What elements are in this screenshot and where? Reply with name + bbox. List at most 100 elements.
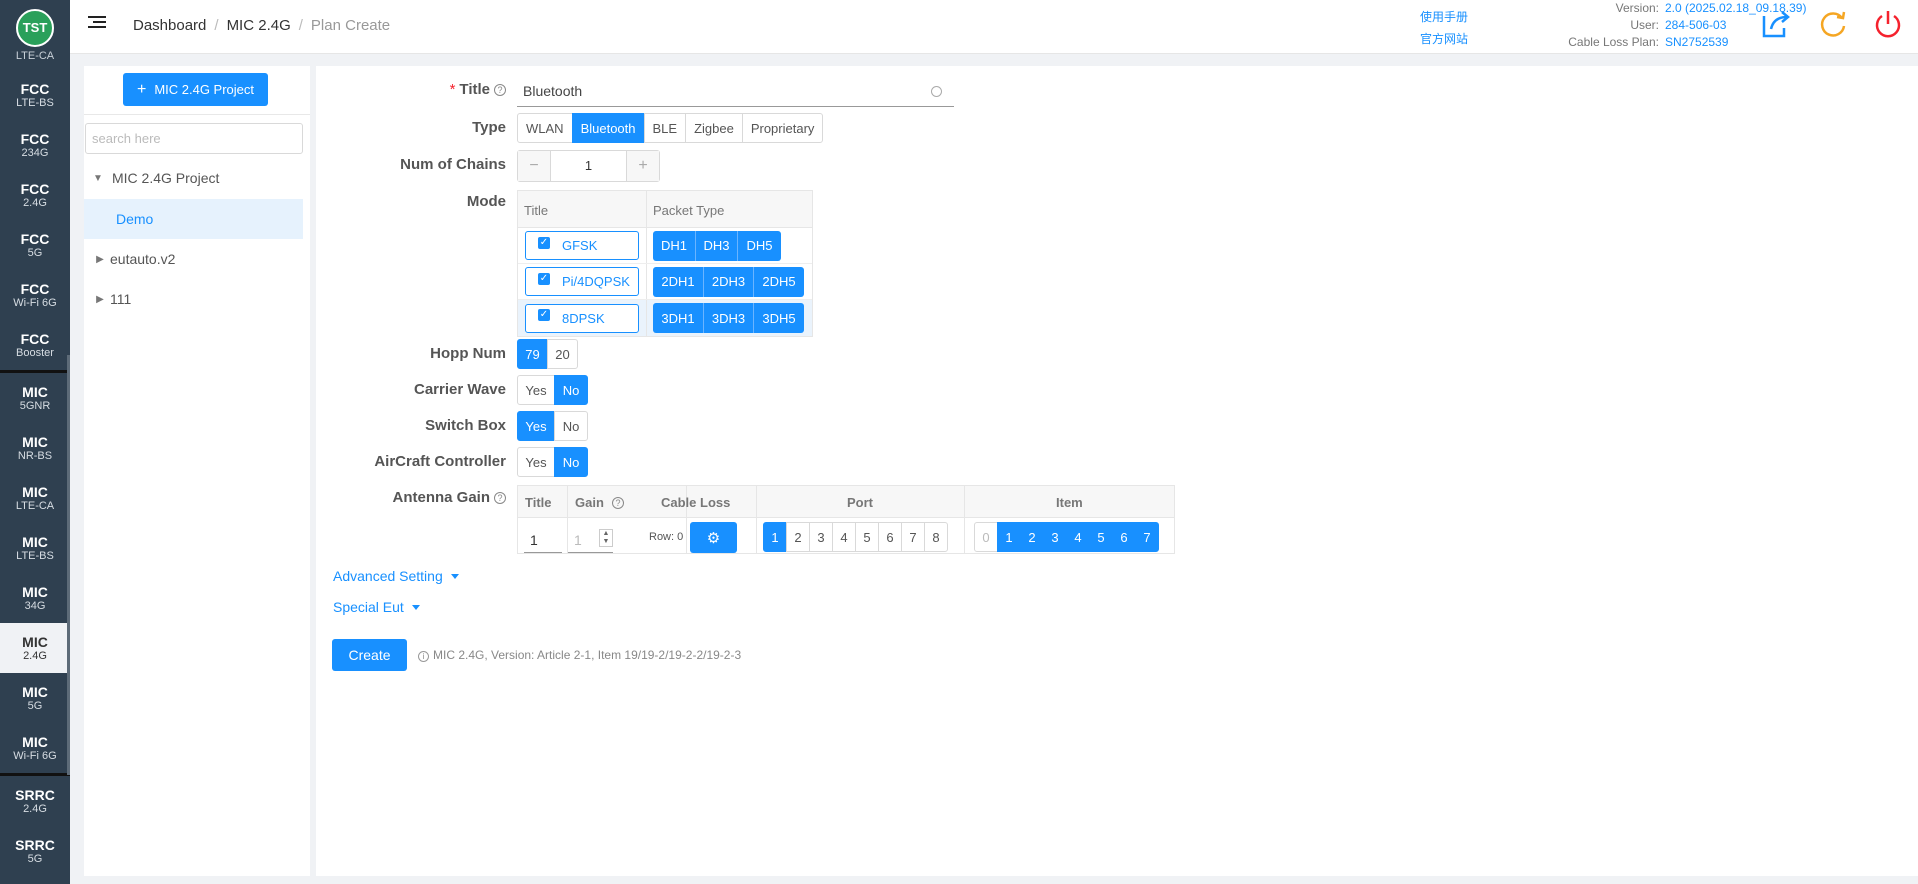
- port-2[interactable]: 2: [786, 522, 810, 552]
- nav-fcc-booster[interactable]: FCC Booster: [0, 320, 70, 370]
- type-bluetooth[interactable]: Bluetooth: [571, 113, 645, 143]
- mode-table-header: Title Packet Type: [518, 191, 812, 228]
- refresh-icon[interactable]: [1817, 8, 1849, 40]
- nav-fcc-24g[interactable]: FCC 2.4G: [0, 170, 70, 220]
- nav-mic-lte-ca[interactable]: MIC LTE-CA: [0, 473, 70, 523]
- power-icon[interactable]: [1872, 8, 1904, 40]
- packet-3dh3[interactable]: 3DH3: [704, 303, 754, 333]
- cable-loss-plan-value[interactable]: SN2752539: [1665, 34, 1728, 51]
- type-ble[interactable]: BLE: [643, 113, 687, 143]
- help-icon[interactable]: ?: [494, 492, 506, 504]
- caret-right-icon[interactable]: ▶: [90, 254, 110, 265]
- port-1[interactable]: 1: [763, 522, 787, 552]
- menu-toggle-icon[interactable]: [88, 16, 106, 32]
- type-zigbee[interactable]: Zigbee: [685, 113, 743, 143]
- mode-checkbox-8dpsk[interactable]: ✓ 8DPSK: [525, 303, 639, 333]
- add-project-button[interactable]: + MIC 2.4G Project: [123, 73, 268, 106]
- port-5[interactable]: 5: [855, 522, 879, 552]
- antenna-title-input[interactable]: 1: [524, 527, 562, 553]
- item-4[interactable]: 4: [1066, 522, 1090, 552]
- item-5[interactable]: 5: [1089, 522, 1113, 552]
- port-4[interactable]: 4: [832, 522, 856, 552]
- packet-dh1[interactable]: DH1: [653, 230, 696, 261]
- carrier-no[interactable]: No: [554, 375, 588, 405]
- tree-node-demo[interactable]: Demo: [84, 199, 303, 239]
- mode-title: 8DPSK: [562, 310, 605, 326]
- item-2[interactable]: 2: [1020, 522, 1044, 552]
- help-icon[interactable]: ?: [494, 84, 506, 96]
- packet-2dh3[interactable]: 2DH3: [704, 266, 754, 297]
- minus-button[interactable]: −: [518, 151, 550, 181]
- nav-mic-24g[interactable]: MIC 2.4G: [0, 623, 70, 673]
- carrier-yes[interactable]: Yes: [517, 375, 555, 405]
- switchbox-no[interactable]: No: [554, 411, 588, 441]
- packet-dh5[interactable]: DH5: [738, 230, 781, 261]
- help-icon[interactable]: ?: [612, 497, 624, 509]
- port-8[interactable]: 8: [924, 522, 948, 552]
- aircraft-toggle: Yes No: [517, 447, 588, 477]
- port-6[interactable]: 6: [878, 522, 902, 552]
- item-6[interactable]: 6: [1112, 522, 1136, 552]
- packet-dh3[interactable]: DH3: [696, 230, 738, 261]
- special-eut-toggle[interactable]: Special Eut: [333, 599, 420, 615]
- chains-value[interactable]: 1: [550, 151, 627, 181]
- website-link[interactable]: 官方网站: [1420, 28, 1468, 50]
- tree-node-label: 111: [110, 291, 132, 307]
- switchbox-yes[interactable]: Yes: [517, 411, 555, 441]
- packet-3dh1[interactable]: 3DH1: [653, 303, 704, 333]
- nav-mic-34g[interactable]: MIC 34G: [0, 573, 70, 623]
- tree-node-eutauto[interactable]: ▶ eutauto.v2: [84, 239, 303, 279]
- check-icon: ✓: [538, 272, 550, 285]
- port-7[interactable]: 7: [901, 522, 925, 552]
- nav-scrollbar[interactable]: [67, 355, 70, 775]
- nav-fcc-234g[interactable]: FCC 234G: [0, 120, 70, 170]
- packet-3dh5[interactable]: 3DH5: [754, 303, 804, 333]
- caret-right-icon[interactable]: ▶: [90, 294, 110, 305]
- nav-mic-nr-bs[interactable]: MIC NR-BS: [0, 423, 70, 473]
- mode-checkbox-gfsk[interactable]: ✓ GFSK: [525, 231, 639, 260]
- tree-node-project[interactable]: ▼ MIC 2.4G Project: [84, 158, 303, 198]
- caret-down-icon[interactable]: ▼: [84, 173, 112, 184]
- user-value[interactable]: 284-506-03: [1665, 17, 1726, 34]
- nav-srrc-24g[interactable]: SRRC 2.4G: [0, 776, 70, 826]
- nav-mic-5g[interactable]: MIC 5G: [0, 673, 70, 723]
- antenna-gain-input[interactable]: 1 ▲ ▼: [568, 527, 613, 553]
- nav-srrc-5g[interactable]: SRRC 5G: [0, 826, 70, 876]
- item-3[interactable]: 3: [1043, 522, 1067, 552]
- title-input[interactable]: Bluetooth: [517, 77, 954, 107]
- export-icon[interactable]: [1760, 8, 1792, 40]
- breadcrumb-mic24g[interactable]: MIC 2.4G: [227, 17, 291, 34]
- search-input[interactable]: [85, 123, 303, 154]
- nav-fcc-wifi6g[interactable]: FCC Wi-Fi 6G: [0, 270, 70, 320]
- aircraft-yes[interactable]: Yes: [517, 447, 555, 477]
- spin-icon[interactable]: ▲ ▼: [599, 529, 613, 547]
- cable-loss-settings-button[interactable]: ⚙: [690, 522, 737, 553]
- nav-mic-5gnr[interactable]: MIC 5GNR: [0, 373, 70, 423]
- port-3[interactable]: 3: [809, 522, 833, 552]
- packet-2dh5[interactable]: 2DH5: [754, 266, 804, 297]
- project-tree-panel: +MIC 2.4G Project ▼MIC 2.4G Project Demo…: [84, 66, 310, 876]
- nav-fcc-5g[interactable]: FCC 5G: [0, 220, 70, 270]
- manual-link[interactable]: 使用手册: [1420, 6, 1468, 28]
- nav-fcc-lte-bs[interactable]: FCC LTE-BS: [0, 70, 70, 120]
- item-0[interactable]: 0: [974, 522, 998, 552]
- plus-button[interactable]: +: [627, 151, 659, 181]
- item-7[interactable]: 7: [1135, 522, 1159, 552]
- item-1[interactable]: 1: [997, 522, 1021, 552]
- mode-checkbox-pi4dqpsk[interactable]: ✓ Pi/4DQPSK: [525, 267, 639, 296]
- hopp-20[interactable]: 20: [547, 339, 578, 369]
- logo-block[interactable]: TST LTE-CA: [0, 0, 70, 70]
- advanced-setting-toggle[interactable]: Advanced Setting: [333, 568, 459, 584]
- nav-mic-wifi6g[interactable]: MIC Wi-Fi 6G: [0, 723, 70, 773]
- breadcrumb-dashboard[interactable]: Dashboard: [133, 17, 206, 34]
- aircraft-no[interactable]: No: [554, 447, 588, 477]
- logo-sub: LTE-CA: [15, 49, 55, 62]
- tree-node-111[interactable]: ▶ 111: [84, 279, 303, 319]
- hopp-79[interactable]: 79: [517, 339, 548, 369]
- clear-icon[interactable]: [931, 86, 942, 97]
- type-proprietary[interactable]: Proprietary: [741, 113, 824, 143]
- create-button[interactable]: Create: [332, 639, 407, 671]
- packet-2dh1[interactable]: 2DH1: [653, 266, 704, 297]
- nav-mic-lte-bs[interactable]: MIC LTE-BS: [0, 523, 70, 573]
- type-wlan[interactable]: WLAN: [517, 113, 573, 143]
